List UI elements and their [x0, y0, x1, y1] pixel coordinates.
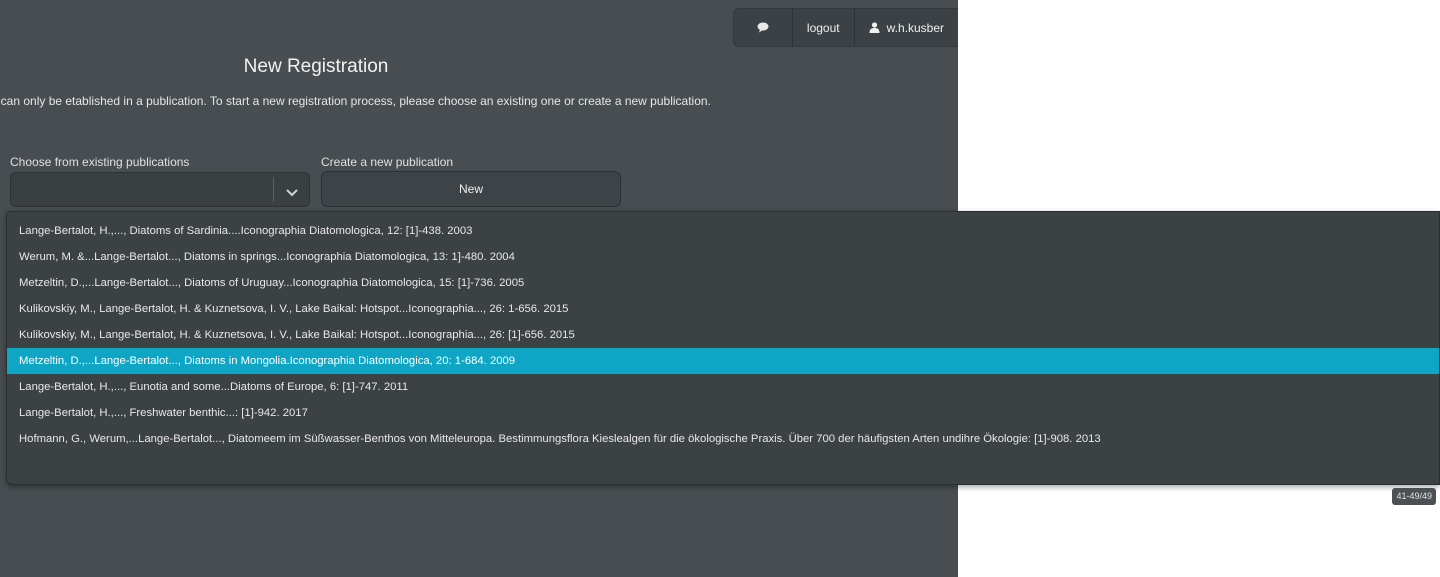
- new-publication-button[interactable]: New: [321, 171, 621, 207]
- existing-publications-select[interactable]: [10, 172, 310, 207]
- publication-dropdown: Lange-Bertalot, H.,..., Diatoms of Sardi…: [6, 211, 1440, 485]
- list-item-selected[interactable]: Metzeltin, D.,...Lange-Bertalot..., Diat…: [7, 348, 1439, 374]
- intro-text: t can only be etablished in a publicatio…: [0, 94, 711, 108]
- list-item[interactable]: Metzeltin, D.,...Lange-Bertalot..., Diat…: [7, 270, 1439, 296]
- list-item[interactable]: Lange-Bertalot, H.,..., Eunotia and some…: [7, 374, 1439, 400]
- list-item[interactable]: Lange-Bertalot, H.,..., Freshwater benth…: [7, 400, 1439, 426]
- top-nav: logout w.h.kusber: [732, 8, 958, 47]
- list-item[interactable]: Werum, M. &...Lange-Bertalot..., Diatoms…: [7, 244, 1439, 270]
- list-item[interactable]: Lange-Bertalot, H.,..., Diatoms of Sardi…: [7, 218, 1439, 244]
- logout-label: logout: [806, 20, 840, 35]
- page-title: New Registration: [243, 56, 389, 77]
- comment-icon: [757, 22, 769, 33]
- pagination-counter: 41-49/49: [1392, 488, 1436, 505]
- select-divider: [273, 177, 274, 202]
- list-item[interactable]: Kulikovskiy, M., Lange-Bertalot, H. & Ku…: [7, 296, 1439, 322]
- user-icon: [869, 22, 880, 33]
- list-item[interactable]: Hofmann, G., Werum,...Lange-Bertalot...,…: [7, 426, 1439, 452]
- logout-link[interactable]: logout: [791, 9, 854, 46]
- list-item[interactable]: Kulikovskiy, M., Lange-Bertalot, H. & Ku…: [7, 322, 1439, 348]
- user-menu[interactable]: w.h.kusber: [853, 9, 958, 46]
- existing-publications-label: Choose from existing publications: [10, 155, 190, 169]
- user-name: w.h.kusber: [886, 20, 944, 35]
- new-publication-label: Create a new publication: [321, 155, 454, 169]
- chevron-down-icon[interactable]: [286, 184, 298, 202]
- messages-button[interactable]: [734, 9, 792, 46]
